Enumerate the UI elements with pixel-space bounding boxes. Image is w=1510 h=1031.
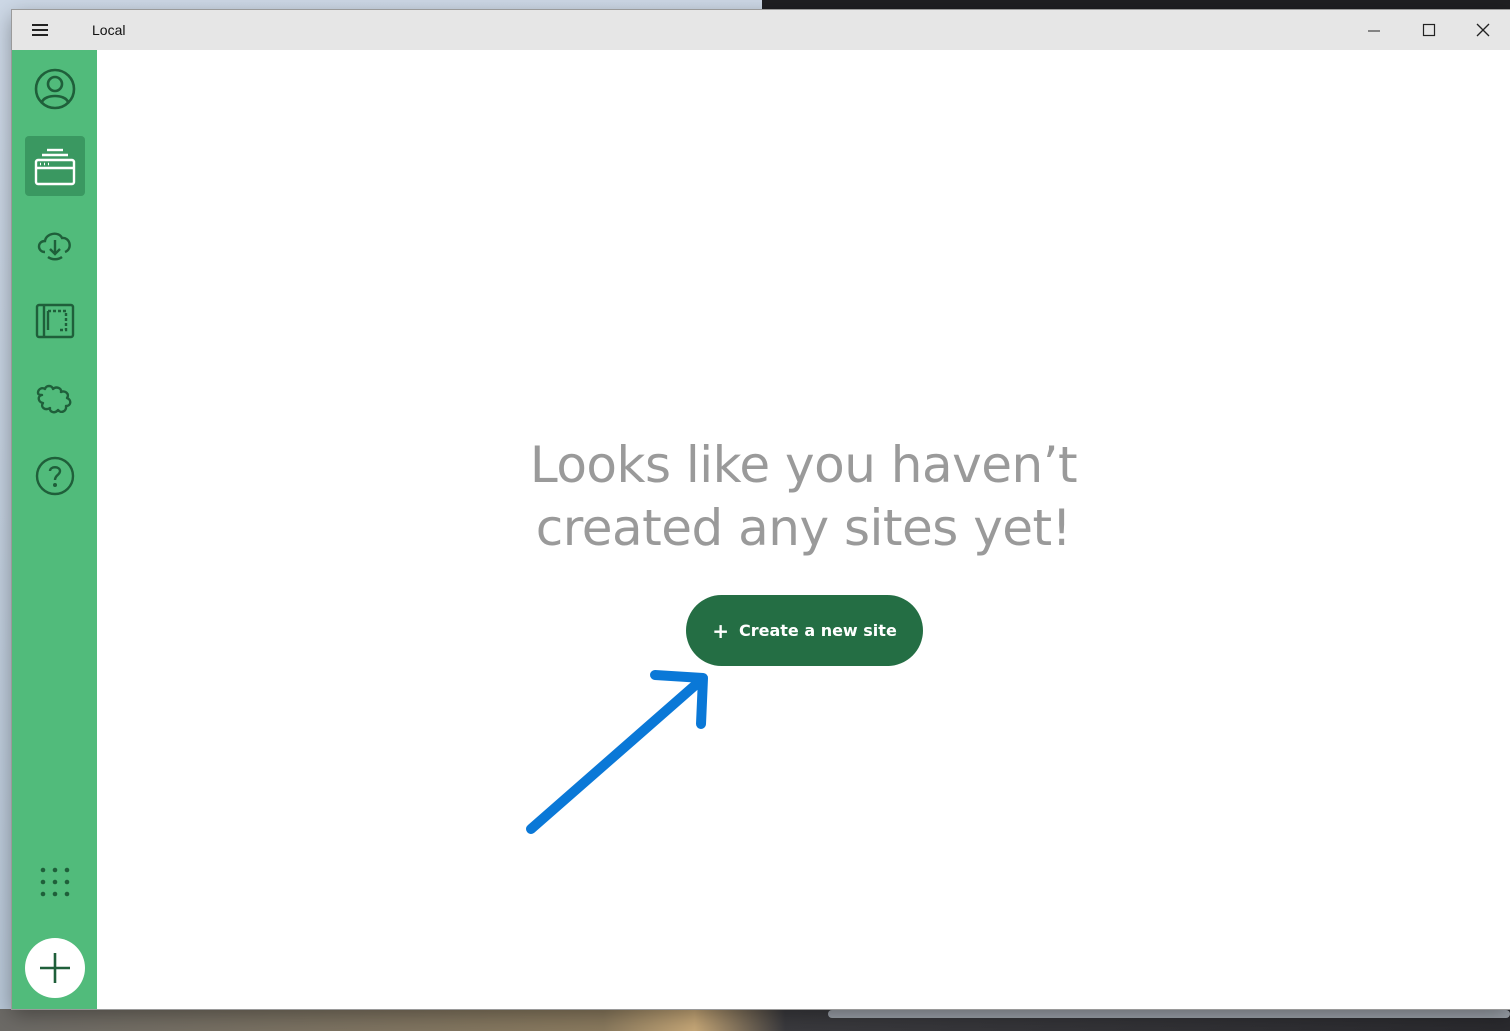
annotation-arrow	[526, 670, 708, 834]
